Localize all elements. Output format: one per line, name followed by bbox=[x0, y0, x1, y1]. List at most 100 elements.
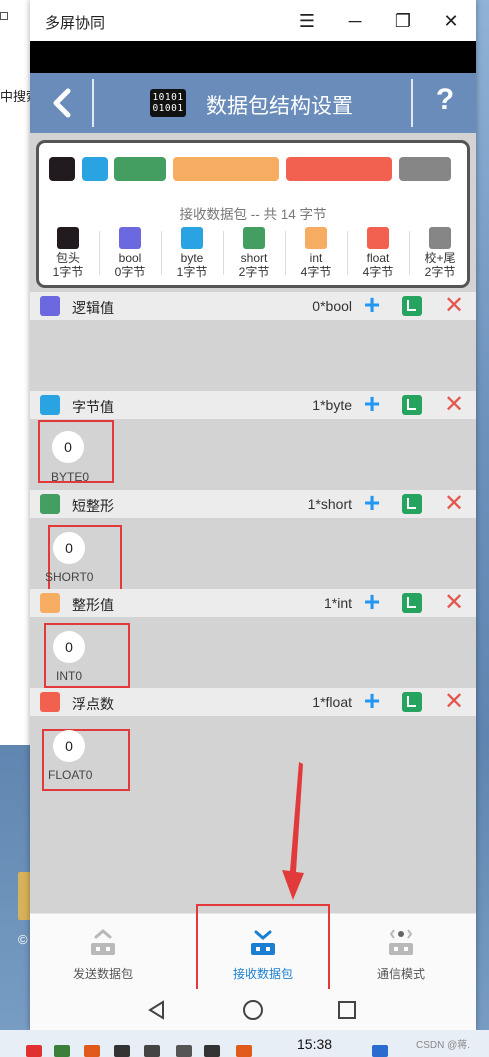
qq-icon[interactable] bbox=[26, 1045, 42, 1057]
delete-int-button[interactable]: ✕ bbox=[443, 589, 465, 617]
ime-icon[interactable] bbox=[204, 1045, 220, 1057]
android-home-button[interactable] bbox=[238, 995, 268, 1025]
add-byte-button[interactable]: + bbox=[360, 390, 384, 418]
bar-segment-short bbox=[114, 157, 166, 181]
add-bool-button[interactable]: + bbox=[360, 291, 384, 319]
legend-name: bool bbox=[118, 251, 142, 265]
add-short-button[interactable]: + bbox=[360, 489, 384, 517]
nav-comm-mode[interactable]: 通信模式 bbox=[336, 914, 466, 990]
taskbar-clock[interactable]: 15:38 bbox=[297, 1036, 332, 1052]
nav-label: 通信模式 bbox=[376, 967, 425, 981]
watermark-text: CSDN @蒋. bbox=[416, 1040, 471, 1051]
packet-summary-card: 接收数据包 -- 共 14 字节 包头 1字节 bool 0字节 byte 1字… bbox=[36, 140, 470, 288]
add-float-button[interactable]: + bbox=[360, 687, 384, 715]
section-label: 短整形 bbox=[72, 498, 114, 514]
section-count: 1*float bbox=[312, 694, 352, 710]
edit-int-button[interactable] bbox=[402, 593, 422, 613]
int-item-value[interactable]: 0 bbox=[53, 631, 85, 663]
app-icon[interactable] bbox=[236, 1045, 252, 1057]
header-divider bbox=[411, 79, 413, 127]
square-recents-icon bbox=[338, 1001, 356, 1019]
legend-divider bbox=[161, 231, 162, 275]
bar-segment-float bbox=[286, 157, 392, 181]
circle-home-icon bbox=[243, 1000, 263, 1020]
short-item-label: SHORT0 bbox=[45, 570, 94, 584]
section-count: 1*int bbox=[323, 595, 352, 611]
checkbox-icon bbox=[0, 12, 8, 20]
legend-divider bbox=[223, 231, 224, 275]
legend-divider bbox=[409, 231, 410, 275]
section-label: 字节值 bbox=[72, 399, 114, 415]
edit-short-button[interactable] bbox=[402, 494, 422, 514]
delete-bool-button[interactable]: ✕ bbox=[443, 292, 465, 320]
section-swatch bbox=[40, 593, 60, 613]
legend-name: 校+尾 bbox=[424, 251, 456, 265]
app-icon[interactable] bbox=[84, 1045, 100, 1057]
add-int-button[interactable]: + bbox=[360, 588, 384, 616]
app-icon[interactable] bbox=[54, 1045, 70, 1057]
legend-bytes: 4字节 bbox=[362, 265, 394, 279]
android-back-button[interactable] bbox=[142, 995, 172, 1025]
android-navigation-bar bbox=[30, 989, 476, 1030]
app-icon[interactable] bbox=[372, 1045, 388, 1057]
nav-send-packet[interactable]: 发送数据包 bbox=[38, 914, 168, 990]
legend-name: float bbox=[366, 251, 390, 265]
legend-divider bbox=[99, 231, 100, 275]
windows-taskbar: 15:38 CSDN @蒋. bbox=[0, 1030, 489, 1057]
app-icon[interactable] bbox=[144, 1045, 160, 1057]
packet-summary-text: 接收数据包 -- 共 14 字节 bbox=[179, 207, 327, 222]
legend-item-bool: bool 0字节 bbox=[102, 227, 158, 279]
legend-item-tail: 校+尾 2字节 bbox=[412, 227, 468, 279]
legend-name: 包头 bbox=[55, 251, 80, 265]
section-count: 1*short bbox=[307, 496, 352, 512]
legend-swatch bbox=[367, 227, 389, 249]
window-menu-button[interactable]: ☰ bbox=[292, 8, 322, 34]
legend-swatch bbox=[181, 227, 203, 249]
legend-swatch bbox=[305, 227, 327, 249]
help-button[interactable]: ? bbox=[428, 83, 462, 123]
red-arrow-annotation bbox=[282, 762, 304, 900]
back-arrow-icon bbox=[53, 88, 71, 118]
wifi-icon[interactable] bbox=[176, 1045, 192, 1057]
section-header-bool: 逻辑值 0*bool + ✕ bbox=[30, 291, 476, 320]
byte-item-value[interactable]: 0 bbox=[52, 431, 84, 463]
legend-name: int bbox=[309, 251, 323, 265]
android-recents-button[interactable] bbox=[332, 995, 362, 1025]
delete-short-button[interactable]: ✕ bbox=[443, 490, 465, 518]
section-header-byte: 字节值 1*byte + ✕ bbox=[30, 390, 476, 419]
legend-divider bbox=[347, 231, 348, 275]
float-item-value[interactable]: 0 bbox=[53, 730, 85, 762]
edit-byte-button[interactable] bbox=[402, 395, 422, 415]
page-title: 数据包结构设置 bbox=[206, 95, 353, 118]
legend-swatch bbox=[243, 227, 265, 249]
legend-item-float: float 4字节 bbox=[350, 227, 406, 279]
header-divider bbox=[92, 79, 94, 127]
edit-float-button[interactable] bbox=[402, 692, 422, 712]
phone-status-bar bbox=[30, 41, 476, 73]
triangle-back-icon bbox=[148, 1000, 164, 1020]
int-item-label: INT0 bbox=[56, 669, 83, 683]
app-icon[interactable] bbox=[114, 1045, 130, 1057]
window-restore-button[interactable]: ❐ bbox=[388, 8, 418, 34]
legend-bytes: 1字节 bbox=[52, 265, 84, 279]
section-label: 整形值 bbox=[72, 597, 114, 613]
robot-signal-icon bbox=[389, 929, 413, 955]
window-titlebar[interactable]: 多屏协同 ☰ ─ ❐ ✕ bbox=[30, 0, 476, 41]
legend-name: short bbox=[240, 251, 268, 265]
edit-bool-button[interactable] bbox=[402, 296, 422, 316]
back-button[interactable] bbox=[44, 85, 80, 121]
robot-send-icon bbox=[91, 929, 115, 955]
bar-segment-header bbox=[49, 157, 75, 181]
delete-byte-button[interactable]: ✕ bbox=[443, 391, 465, 419]
short-item-value[interactable]: 0 bbox=[53, 532, 85, 564]
delete-float-button[interactable]: ✕ bbox=[443, 688, 465, 716]
legend-swatch bbox=[57, 227, 79, 249]
window-close-button[interactable]: ✕ bbox=[436, 8, 466, 34]
section-count: 1*byte bbox=[312, 397, 352, 413]
window-title: 多屏协同 bbox=[45, 15, 106, 32]
section-label: 浮点数 bbox=[72, 696, 114, 712]
multi-screen-window: 多屏协同 ☰ ─ ❐ ✕ 10101 01001 数据包结构设置 ? 接收数据包… bbox=[30, 0, 476, 1030]
desktop-copyright-text: © bbox=[18, 932, 28, 947]
window-minimize-button[interactable]: ─ bbox=[340, 8, 370, 34]
legend-bytes: 0字节 bbox=[114, 265, 146, 279]
